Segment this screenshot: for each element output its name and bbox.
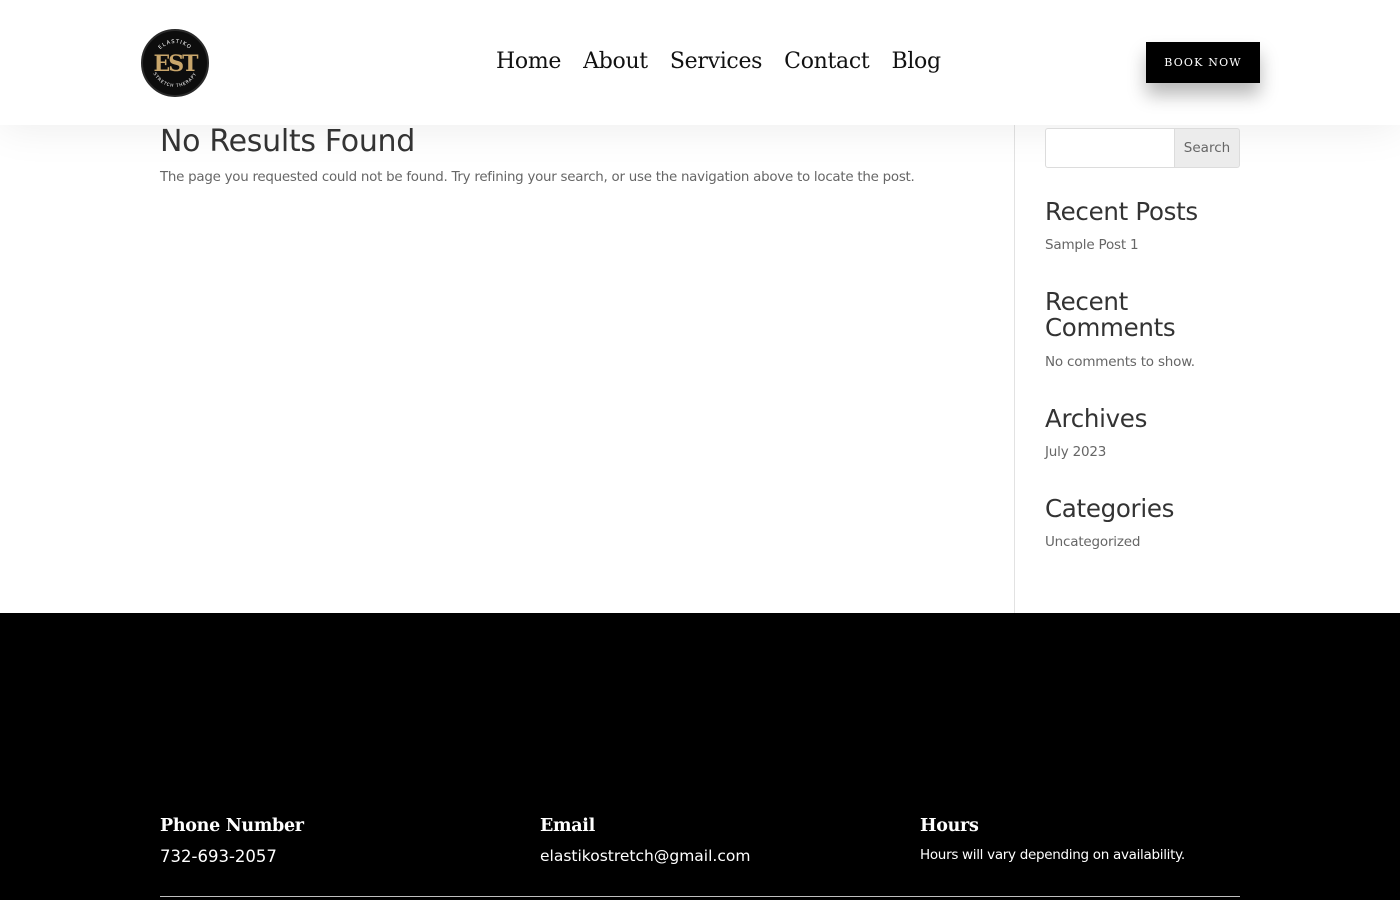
footer-phone-heading: Phone Number: [160, 816, 304, 836]
recent-post-link[interactable]: Sample Post 1: [1045, 237, 1139, 253]
nav-contact[interactable]: Contact: [784, 46, 870, 78]
widget-title-categories: Categories: [1045, 494, 1175, 523]
footer-hours-heading: Hours: [920, 816, 979, 836]
logo-graphic: ELASTIKO EST STRETCH THERAPY: [152, 39, 202, 89]
widget-title-recent-posts: Recent Posts: [1045, 197, 1198, 226]
nav-about[interactable]: About: [583, 46, 648, 78]
svg-text:ELASTIKO: ELASTIKO: [158, 39, 193, 51]
category-link-uncategorized[interactable]: Uncategorized: [1045, 534, 1140, 550]
footer-email-heading: Email: [540, 816, 595, 836]
nav-home[interactable]: Home: [496, 46, 561, 78]
nav-services[interactable]: Services: [670, 46, 763, 78]
logo-monogram: EST: [153, 51, 199, 77]
sidebar-divider: [1014, 125, 1015, 613]
footer-email-value[interactable]: elastikostretch@gmail.com: [540, 847, 750, 865]
main-nav: Home About Services Contact Blog: [496, 46, 941, 78]
archive-link-july-2023[interactable]: July 2023: [1045, 444, 1106, 460]
site-header: ELASTIKO EST STRETCH THERAPY Home About …: [0, 0, 1400, 125]
sidebar-search: Search: [1045, 128, 1240, 168]
site-logo[interactable]: ELASTIKO EST STRETCH THERAPY: [141, 29, 209, 97]
search-button[interactable]: Search: [1174, 128, 1240, 168]
footer-phone-value[interactable]: 732-693-2057: [160, 847, 277, 866]
footer-divider: [160, 896, 1240, 897]
logo-top-text: ELASTIKO: [158, 39, 192, 51]
page-title: No Results Found: [160, 124, 416, 159]
footer-hours-value: Hours will vary depending on availabilit…: [920, 847, 1185, 863]
widget-title-recent-comments: Recent Comments: [1045, 287, 1176, 342]
book-now-button[interactable]: BOOK NOW: [1146, 42, 1260, 83]
no-results-message: The page you requested could not be foun…: [160, 170, 915, 185]
no-comments-text: No comments to show.: [1045, 354, 1195, 370]
nav-blog[interactable]: Blog: [891, 46, 941, 78]
search-input[interactable]: [1045, 128, 1175, 168]
widget-title-archives: Archives: [1045, 404, 1148, 433]
